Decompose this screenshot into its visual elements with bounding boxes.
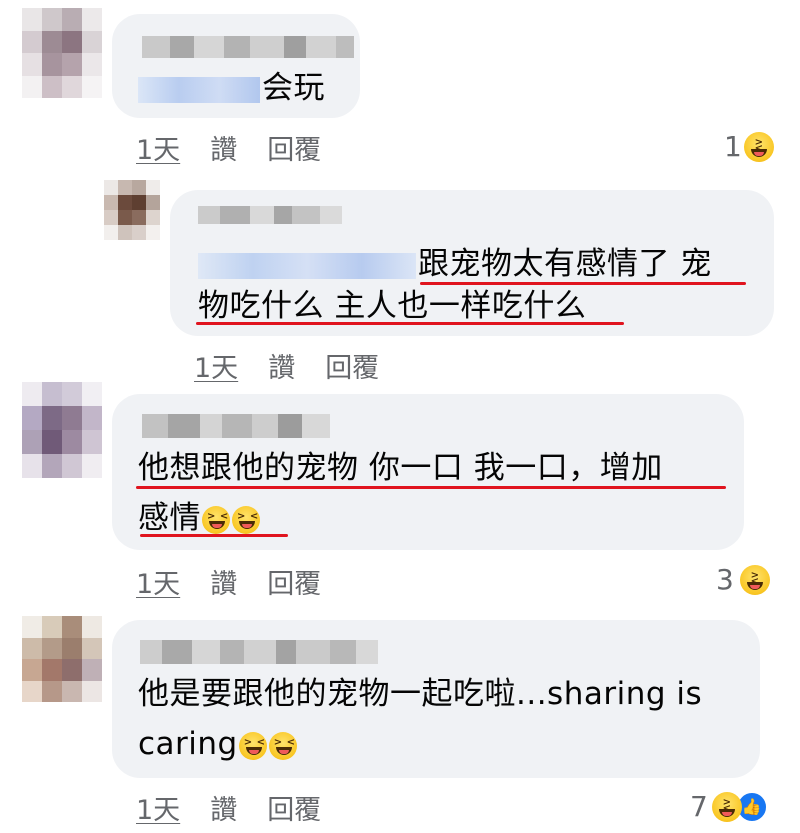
reaction-summary[interactable]: 1 > < xyxy=(724,130,774,163)
timestamp-link[interactable]: 1天 xyxy=(194,346,238,385)
timestamp-link[interactable]: 1天 xyxy=(136,788,180,827)
reaction-count: 3 xyxy=(716,563,734,596)
comment-text-line: 感情 xyxy=(138,500,201,536)
commenter-name-redacted[interactable] xyxy=(142,36,354,58)
timestamp-link[interactable]: 1天 xyxy=(136,562,180,601)
highlight-underline xyxy=(140,534,288,537)
comment-text-line: 会玩 xyxy=(262,70,325,106)
commenter-name-redacted[interactable] xyxy=(142,414,330,438)
haha-icon: > < xyxy=(743,131,774,162)
comment-bubble: 会玩 xyxy=(112,14,360,118)
comment-text-line: 他是要跟他的宠物一起吃啦...sharing is xyxy=(138,676,703,712)
comment-actions: 1天 讚 回覆 xyxy=(136,128,321,167)
haha-icon: > < xyxy=(711,791,742,822)
haha-emoji-icon: > < xyxy=(268,731,297,760)
haha-emoji-icon: > < xyxy=(238,731,267,760)
comment-text-line: 跟宠物太有感情了 宠 xyxy=(418,246,712,282)
redacted-mention xyxy=(138,76,260,103)
comment-text: caring > < > < xyxy=(138,718,298,770)
reaction-summary[interactable]: 7 > < 👍 xyxy=(690,790,768,823)
comment-text: 会玩 xyxy=(138,62,325,114)
commenter-name-redacted[interactable] xyxy=(140,640,378,664)
like-button[interactable]: 讚 xyxy=(210,128,237,167)
reply-button[interactable]: 回覆 xyxy=(267,128,321,167)
avatar[interactable] xyxy=(22,8,102,98)
haha-icon: > < xyxy=(739,564,770,595)
highlight-underline xyxy=(196,322,624,325)
timestamp-link[interactable]: 1天 xyxy=(136,128,180,167)
comment-text-line: caring xyxy=(138,726,238,762)
reply-button[interactable]: 回覆 xyxy=(325,346,379,385)
like-button[interactable]: 讚 xyxy=(210,562,237,601)
avatar[interactable] xyxy=(104,180,160,240)
comment-actions: 1天 讚 回覆 xyxy=(194,346,379,385)
haha-emoji-icon: > < xyxy=(202,505,230,534)
redacted-mention xyxy=(198,252,416,279)
reply-button[interactable]: 回覆 xyxy=(267,788,321,827)
reply-button[interactable]: 回覆 xyxy=(267,562,321,601)
haha-emoji-icon: > < xyxy=(232,505,260,534)
comment-actions: 1天 讚 回覆 xyxy=(136,562,321,601)
avatar[interactable] xyxy=(22,382,102,478)
like-button[interactable]: 讚 xyxy=(210,788,237,827)
like-button[interactable]: 讚 xyxy=(268,346,295,385)
reaction-summary[interactable]: 3 > < xyxy=(716,563,770,596)
reaction-count: 7 xyxy=(690,790,708,823)
commenter-name-redacted[interactable] xyxy=(198,206,342,224)
reaction-count: 1 xyxy=(724,130,742,163)
comment-actions: 1天 讚 回覆 xyxy=(136,788,321,827)
highlight-underline xyxy=(136,486,726,489)
avatar[interactable] xyxy=(22,616,102,702)
